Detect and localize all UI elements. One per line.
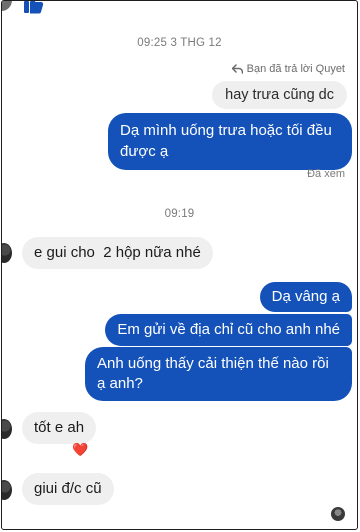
outgoing-message[interactable]: Dạ mình uống trưa hoặc tối đều được ạ [108, 113, 352, 170]
quoted-message[interactable]: hay trưa cũng dc [212, 81, 347, 109]
outgoing-message[interactable]: Em gửi về địa chỉ cũ cho anh nhé [105, 314, 352, 346]
contact-avatar[interactable] [2, 1, 12, 11]
contact-avatar[interactable] [2, 419, 12, 439]
thumbs-up-icon[interactable] [24, 1, 44, 15]
contact-avatar[interactable] [2, 480, 12, 500]
outgoing-message[interactable]: Dạ vâng ạ [259, 282, 352, 312]
reply-arrow-icon [231, 64, 243, 74]
outgoing-message[interactable]: Anh uống thấy cải thiện thế nào rồi ạ an… [85, 347, 352, 401]
seen-status: Đã xem [307, 168, 345, 180]
contact-avatar[interactable] [2, 243, 12, 263]
timestamp: 09:25 3 THG 12 [137, 37, 222, 49]
reply-note-text: Bạn đã trả lời Quyet [246, 63, 345, 75]
timestamp: 09:19 [164, 208, 195, 220]
reply-note: Bạn đã trả lời Quyet [231, 63, 345, 75]
chat-window: 09:25 3 THG 12 Bạn đã trả lời Quyet hay … [1, 0, 358, 530]
incoming-message[interactable]: giui đ/c cũ [22, 473, 114, 505]
heart-icon[interactable]: ❤️ [72, 442, 88, 458]
seen-avatar [331, 507, 345, 521]
incoming-message[interactable]: tốt e ah [22, 412, 97, 444]
incoming-message[interactable]: e gui cho 2 hộp nữa nhé [22, 237, 213, 269]
